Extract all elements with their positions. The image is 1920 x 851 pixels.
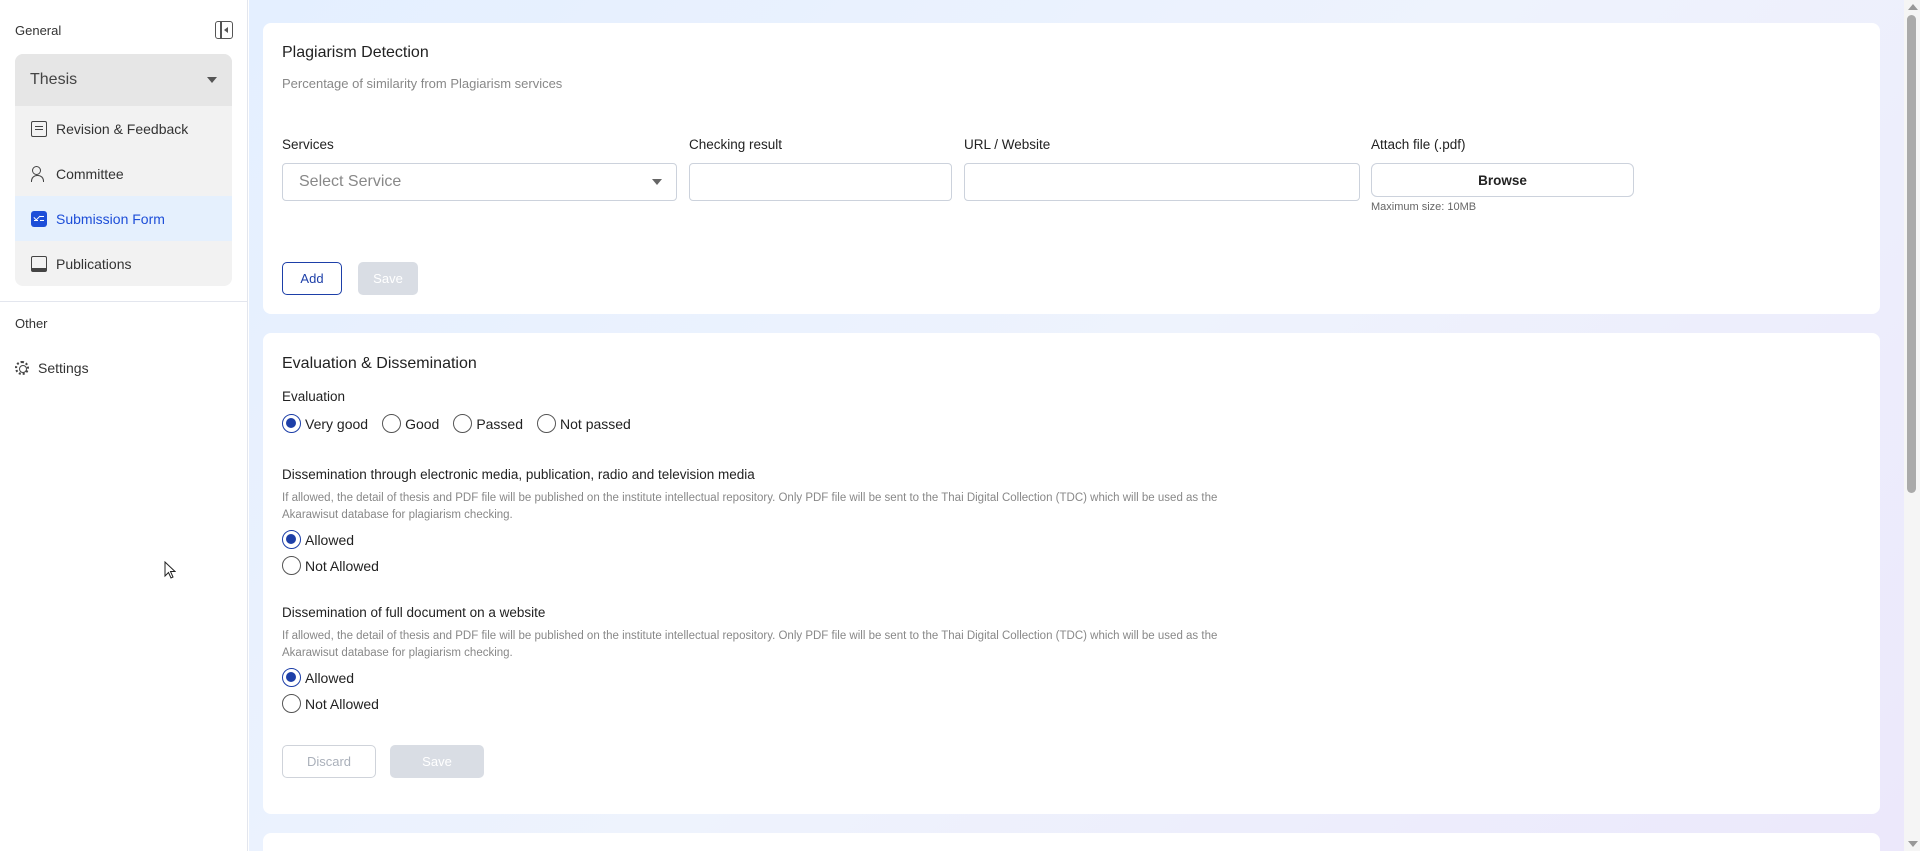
- services-label: Services: [282, 137, 334, 152]
- save-button[interactable]: Save: [358, 262, 418, 295]
- radio-website-allowed[interactable]: Allowed: [282, 668, 354, 687]
- sidebar-item-settings[interactable]: Settings: [15, 360, 89, 376]
- radio-media-not-allowed[interactable]: Not Allowed: [282, 556, 379, 575]
- sidebar: General Thesis Revision & Feedback Commi…: [0, 0, 248, 851]
- sidebar-item-submission-form[interactable]: Submission Form: [15, 196, 232, 241]
- attach-file-label: Attach file (.pdf): [1371, 137, 1466, 152]
- url-input[interactable]: [964, 163, 1360, 201]
- dissemination-website-not-allowed-row: Not Allowed: [282, 694, 393, 713]
- radio-label: Passed: [476, 415, 524, 432]
- radio-dot: [537, 414, 557, 433]
- dissemination-media-description: If allowed, the detail of thesis and PDF…: [282, 492, 1218, 521]
- scroll-up-icon[interactable]: [1908, 4, 1918, 10]
- evaluation-save-button[interactable]: Save: [390, 745, 484, 778]
- evaluation-title: Evaluation & Dissemination: [282, 355, 477, 372]
- radio-label: Not passed: [560, 415, 631, 432]
- thesis-dropdown[interactable]: Thesis: [15, 54, 232, 106]
- radio-media-allowed[interactable]: Allowed: [282, 530, 354, 549]
- evaluation-radio-group: Very good Good Passed Not passed: [282, 414, 645, 433]
- caret-down-icon: [207, 77, 217, 83]
- radio-not-passed[interactable]: Not passed: [537, 414, 631, 433]
- chevron-down-icon: [652, 179, 662, 185]
- discard-button[interactable]: Discard: [282, 745, 376, 778]
- radio-label: Not Allowed: [305, 557, 379, 574]
- dissemination-website-allowed-row: Allowed: [282, 668, 368, 687]
- book-icon: [31, 120, 47, 137]
- url-label: URL / Website: [964, 137, 1051, 152]
- evaluation-label: Evaluation: [282, 389, 346, 404]
- checking-result-input[interactable]: [689, 163, 952, 201]
- section-title-general: General: [15, 23, 62, 38]
- plagiarism-subtitle: Percentage of similarity from Plagiarism…: [282, 76, 563, 91]
- radio-dot: [282, 694, 301, 713]
- thesis-dropdown-label: Thesis: [30, 71, 78, 88]
- services-select[interactable]: Select Service: [282, 163, 677, 201]
- radio-dot: [282, 556, 301, 575]
- publication-icon: [31, 255, 47, 272]
- sidebar-item-revision-feedback[interactable]: Revision & Feedback: [15, 106, 232, 151]
- main-content: Plagiarism Detection Percentage of simil…: [249, 0, 1904, 851]
- radio-dot: [453, 414, 473, 433]
- nav-group: Thesis Revision & Feedback Committee Sub…: [15, 54, 232, 286]
- section-title-other: Other: [15, 316, 48, 331]
- page-scrollbar[interactable]: [1904, 0, 1920, 851]
- users-icon: [31, 165, 47, 182]
- radio-dot: [282, 414, 301, 433]
- radio-label: Allowed: [305, 531, 355, 548]
- evaluation-card: Evaluation & Dissemination Evaluation Ve…: [263, 333, 1880, 814]
- sidebar-item-label: Revision & Feedback: [56, 120, 189, 137]
- sidebar-divider: [0, 301, 248, 302]
- dissemination-website-description: If allowed, the detail of thesis and PDF…: [282, 630, 1218, 659]
- sidebar-item-label: Submission Form: [56, 210, 165, 227]
- sidebar-item-committee[interactable]: Committee: [15, 151, 232, 196]
- radio-label: Very good: [305, 415, 369, 432]
- scroll-thumb[interactable]: [1907, 15, 1916, 493]
- checking-result-label: Checking result: [689, 137, 783, 152]
- sidebar-item-label: Committee: [56, 165, 124, 182]
- plagiarism-title: Plagiarism Detection: [282, 44, 429, 61]
- scroll-down-icon[interactable]: [1908, 841, 1918, 847]
- radio-good[interactable]: Good: [382, 414, 439, 433]
- radio-label: Good: [405, 415, 440, 432]
- radio-website-not-allowed[interactable]: Not Allowed: [282, 694, 379, 713]
- sidebar-item-label: Publications: [56, 255, 132, 272]
- next-card: [263, 833, 1880, 851]
- radio-dot: [282, 668, 301, 687]
- radio-label: Not Allowed: [305, 695, 379, 712]
- add-button[interactable]: Add: [282, 262, 342, 295]
- collapse-sidebar-icon[interactable]: [215, 21, 233, 39]
- radio-very-good[interactable]: Very good: [282, 414, 368, 433]
- radio-passed[interactable]: Passed: [453, 414, 523, 433]
- sidebar-item-label: Settings: [38, 360, 89, 376]
- services-placeholder: Select Service: [299, 173, 402, 190]
- plagiarism-card: Plagiarism Detection Percentage of simil…: [263, 23, 1880, 314]
- sidebar-item-publications[interactable]: Publications: [15, 241, 232, 286]
- dissemination-media-allowed-row: Allowed: [282, 530, 368, 549]
- radio-dot: [382, 414, 402, 433]
- form-check-icon: [31, 210, 47, 227]
- dissemination-media-not-allowed-row: Not Allowed: [282, 556, 393, 575]
- radio-label: Allowed: [305, 669, 355, 686]
- dissemination-media-title: Dissemination through electronic media, …: [282, 467, 755, 482]
- max-size-hint: Maximum size: 10MB: [1371, 201, 1477, 213]
- gear-icon: [15, 361, 29, 375]
- browse-button[interactable]: Browse: [1371, 163, 1634, 197]
- dissemination-website-title: Dissemination of full document on a webs…: [282, 605, 546, 620]
- radio-dot: [282, 530, 301, 549]
